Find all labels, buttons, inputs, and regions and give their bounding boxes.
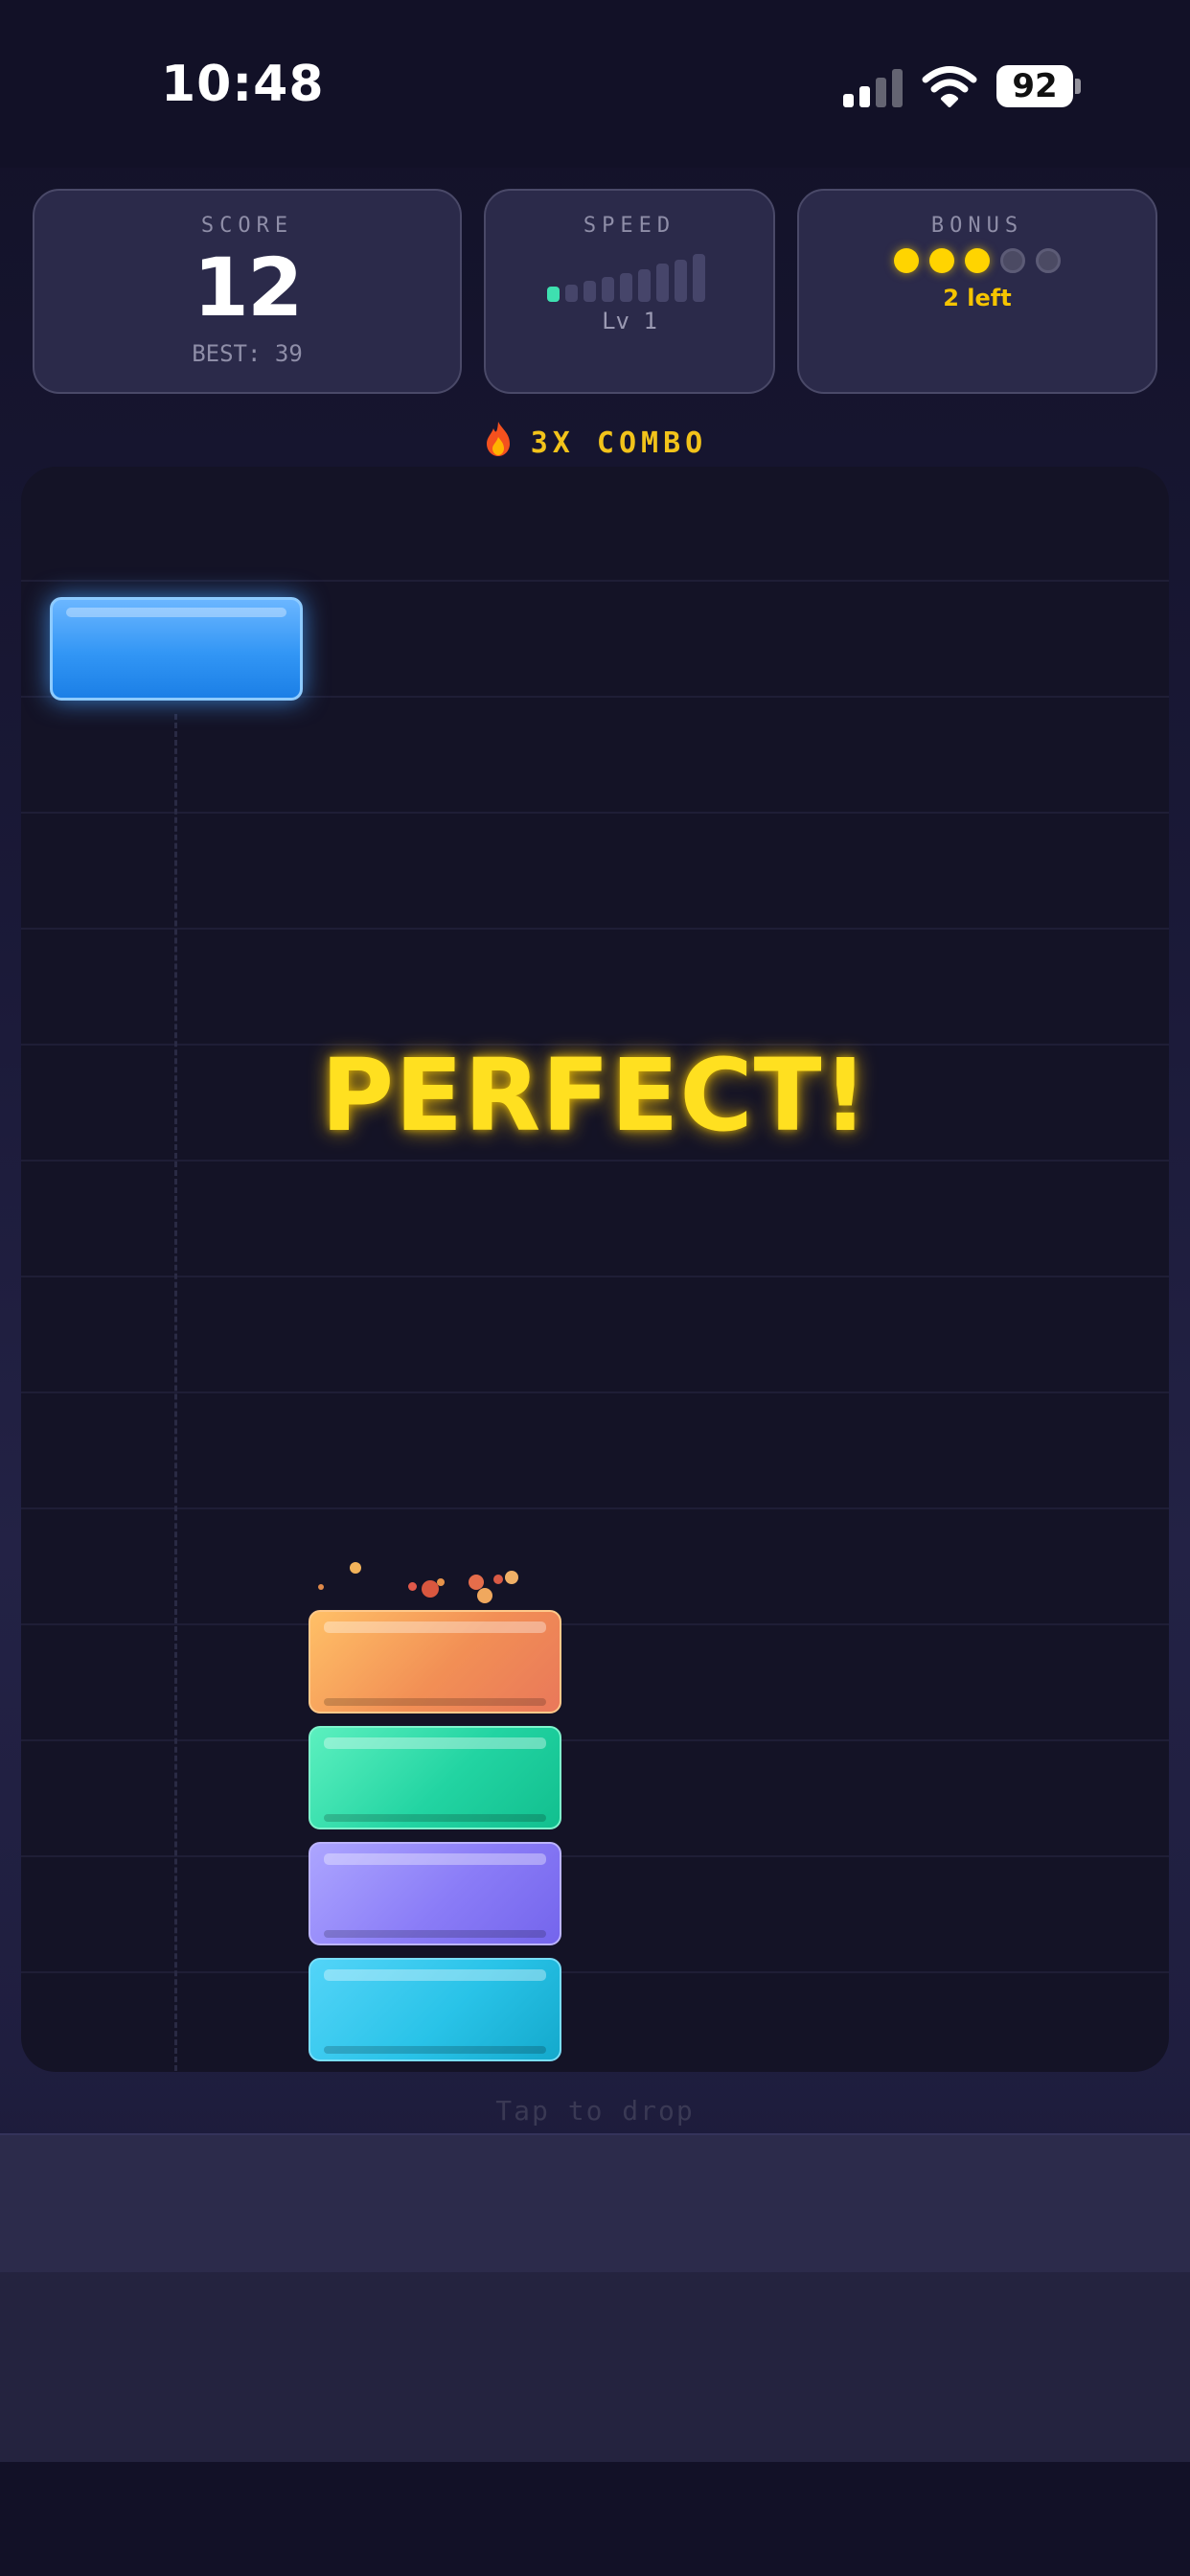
score-card: SCORE 12 BEST: 39 [33,189,462,394]
flame-icon [486,422,510,456]
spark-particle [493,1575,503,1584]
bonus-dot [1036,248,1062,273]
stack-block-green [309,1726,561,1829]
grid-line [21,1392,1169,1393]
grid-line [21,1623,1169,1625]
best-score: BEST: 39 [192,340,303,367]
battery-cap [1075,79,1081,94]
spark-particle [477,1588,492,1603]
drop-guide-line [174,714,177,2072]
block-highlight [324,1853,546,1865]
tap-hint: Tap to drop [495,2095,695,2127]
grid-line [21,580,1169,582]
cellular-signal-icon [843,67,904,107]
grid-line [21,1855,1169,1857]
bonus-card: BONUS 2 left [797,189,1157,394]
grid-line [21,1160,1169,1162]
grid-line [21,812,1169,814]
combo-label: 3X COMBO [530,426,708,460]
bonus-dots [799,248,1156,277]
speed-title: SPEED [583,214,676,238]
block-base [324,1698,546,1706]
bonus-dot [893,248,919,273]
speed-card: SPEED Lv 1 [484,189,775,394]
grid-line [21,1276,1169,1277]
block-base [324,1814,546,1822]
block-base [324,1930,546,1938]
bottom-panel [0,2133,1190,2274]
bonus-remaining: 2 left [943,285,1012,311]
bonus-dot [1000,248,1026,273]
grid-line [21,928,1169,930]
block-highlight [324,1622,546,1633]
perfect-message: PERFECT! [320,1037,870,1154]
score-title: SCORE [200,214,294,238]
spark-particle [408,1582,417,1591]
spark-particle [318,1584,324,1590]
game-board[interactable]: PERFECT! [21,467,1169,2072]
stack-block-purple [309,1842,561,1945]
stack-block-orange [309,1610,561,1714]
status-bar: 10:48 92 [0,0,1190,168]
score-value: 12 [193,241,304,334]
bonus-dot [965,248,990,273]
bonus-dot [928,248,954,273]
block-highlight [324,1737,546,1749]
grid-line [21,1739,1169,1741]
spark-particle [350,1562,361,1574]
falling-block [50,597,303,701]
speed-meter [547,248,720,302]
bottom-panel-lower [0,2272,1190,2462]
speed-level: Lv 1 [602,308,657,334]
grid-line [21,1507,1169,1509]
combo-indicator: 3X COMBO [0,420,1190,460]
bottom-bar [0,2462,1190,2576]
wifi-icon [922,66,977,107]
battery-icon: 92 [996,65,1073,107]
bonus-title: BONUS [930,214,1024,238]
block-base [324,2046,546,2054]
block-highlight [66,608,286,617]
spark-particle [437,1578,445,1586]
status-time: 10:48 [161,56,325,113]
spark-particle [505,1571,518,1584]
grid-line [21,1971,1169,1973]
stack-block-cyan [309,1958,561,2061]
block-highlight [324,1969,546,1981]
